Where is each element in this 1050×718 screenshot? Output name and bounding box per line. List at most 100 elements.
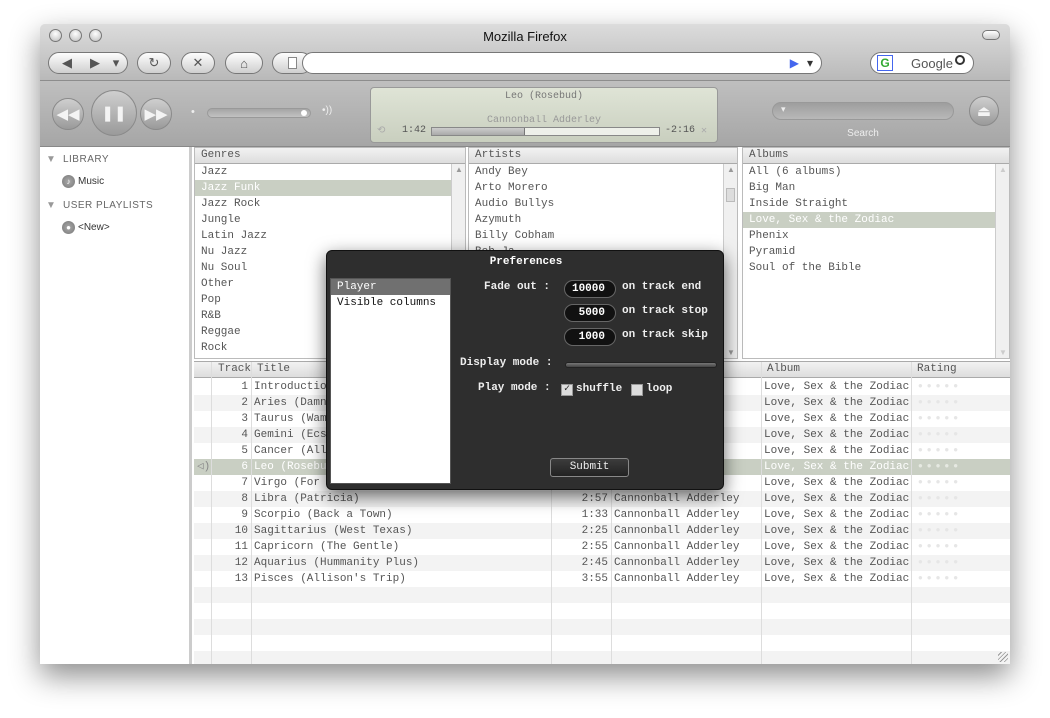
scroll-down-icon[interactable]: ▼ [999, 348, 1007, 357]
artist-item[interactable]: Andy Bey [469, 164, 737, 180]
scroll-up-icon[interactable]: ▲ [727, 165, 735, 174]
stop-button[interactable]: ✕ [181, 52, 215, 74]
albums-header[interactable]: Albums [743, 148, 1009, 164]
album-item[interactable]: Love, Sex & the Zodiac [743, 212, 1009, 228]
table-row[interactable]: 9 Scorpio (Back a Town) 1:33 Cannonball Add… [194, 507, 1010, 523]
artist-item[interactable]: Arto Morero [469, 180, 737, 196]
next-button[interactable]: ▶▶ [140, 98, 172, 130]
volume-knob[interactable] [301, 110, 307, 116]
scroll-up-icon[interactable]: ▲ [999, 165, 1007, 174]
track-skip-input[interactable]: 1000 [564, 328, 616, 346]
previous-button[interactable]: ◀◀ [52, 98, 84, 130]
album-item[interactable]: Soul of the Bible [743, 260, 1009, 276]
rating-stars[interactable]: ●●●●● [918, 555, 962, 571]
artist-item[interactable]: Azymuth [469, 212, 737, 228]
scroll-down-icon[interactable]: ▼ [727, 348, 735, 357]
genres-header[interactable]: Genres [195, 148, 465, 164]
album-item[interactable]: Inside Straight [743, 196, 1009, 212]
player-search-label: Search [847, 128, 879, 139]
rating-stars[interactable]: ●●●●● [918, 395, 962, 411]
artist-item[interactable]: Billy Cobham [469, 228, 737, 244]
album-column-header[interactable]: Album [767, 363, 800, 375]
forward-icon[interactable]: ▶ [81, 55, 109, 71]
progress-bar[interactable] [431, 127, 660, 136]
google-engine-icon[interactable]: G [877, 55, 893, 71]
loop-checkbox[interactable] [631, 384, 643, 396]
track-end-input[interactable]: 10000 [564, 280, 616, 298]
album-item[interactable]: Pyramid [743, 244, 1009, 260]
track-time: 3:55 [581, 573, 608, 585]
rating-stars[interactable]: ●●●●● [918, 379, 962, 395]
table-row[interactable]: 12 Aquarius (Hummanity Plus) 2:45 Cannonbal… [194, 555, 1010, 571]
rating-stars[interactable]: ●●●●● [918, 443, 962, 459]
repeat-icon[interactable]: ✕ [701, 125, 707, 137]
shuffle-icon[interactable]: ⟲ [377, 125, 385, 137]
genre-item[interactable]: Jazz Rock [195, 196, 465, 212]
player-search-input[interactable]: ▾ [772, 102, 954, 120]
table-row[interactable]: 10 Sagittarius (West Texas) 2:25 Cannonball… [194, 523, 1010, 539]
magnifier-icon[interactable] [955, 55, 965, 65]
track-number: 12 [234, 557, 248, 569]
genre-item[interactable]: Latin Jazz [195, 228, 465, 244]
albums-list[interactable]: Albums All (6 albums) Big Man Inside Strai… [742, 147, 1010, 359]
sidebar-item-music[interactable]: ♪ Music [62, 175, 104, 188]
albums-rows: All (6 albums) Big Man Inside Straight Love… [743, 164, 1009, 276]
scroll-up-icon[interactable]: ▲ [455, 165, 463, 174]
rating-stars[interactable]: ●●●●● [918, 427, 962, 443]
url-input[interactable]: ▶ ▾ [302, 52, 822, 74]
url-dropdown-icon[interactable]: ▾ [807, 56, 813, 70]
artists-scrollbar[interactable]: ▲ ▼ [723, 164, 737, 358]
track-stop-input[interactable]: 5000 [564, 304, 616, 322]
eject-button[interactable]: ⏏ [969, 96, 999, 126]
history-dropdown-icon[interactable]: ▾ [109, 55, 123, 71]
genre-item[interactable]: Jazz [195, 164, 465, 180]
sidebar-item-new-playlist[interactable]: ● <New> [62, 221, 110, 234]
albums-scrollbar[interactable]: ▲ ▼ [995, 164, 1009, 358]
fade-out-label: Fade out : [484, 281, 551, 293]
empty-row [194, 651, 1010, 664]
rating-stars[interactable]: ●●●●● [918, 571, 962, 587]
rating-stars[interactable]: ●●●●● [918, 523, 962, 539]
artist-item[interactable]: Audio Bullys [469, 196, 737, 212]
table-row[interactable]: 11 Capricorn (The Gentle) 2:55 Cannonball A… [194, 539, 1010, 555]
track-title: Pisces (Allison's Trip) [254, 573, 406, 585]
display-mode-slider[interactable] [565, 362, 717, 368]
genre-item[interactable]: Jungle [195, 212, 465, 228]
reload-button[interactable]: ↻ [137, 52, 171, 74]
submit-button[interactable]: Submit [550, 458, 629, 477]
shuffle-checkbox[interactable]: ✓ [561, 384, 573, 396]
artists-header[interactable]: Artists [469, 148, 737, 164]
track-column-header[interactable]: Track [218, 363, 251, 375]
page-icon [287, 57, 297, 69]
go-icon[interactable]: ▶ [790, 56, 799, 70]
home-button[interactable]: ⌂ [225, 52, 263, 74]
library-header[interactable]: ▼ LIBRARY [46, 154, 109, 165]
scroll-thumb[interactable] [726, 188, 735, 202]
section-player[interactable]: Player [331, 279, 450, 295]
toolbar-toggle-button[interactable] [982, 30, 1000, 40]
album-item[interactable]: Phenix [743, 228, 1009, 244]
album-item[interactable]: All (6 albums) [743, 164, 1009, 180]
empty-row [194, 603, 1010, 619]
rating-stars[interactable]: ●●●●● [918, 491, 962, 507]
album-item[interactable]: Big Man [743, 180, 1009, 196]
resize-grip[interactable] [998, 652, 1008, 662]
rating-stars[interactable]: ●●●●● [918, 475, 962, 491]
rating-stars[interactable]: ●●●●● [918, 459, 962, 475]
table-row[interactable]: 8 Libra (Patricia) 2:57 Cannonball Adderley… [194, 491, 1010, 507]
back-icon[interactable]: ◀ [53, 55, 81, 71]
rating-stars[interactable]: ●●●●● [918, 539, 962, 555]
table-row[interactable]: 13 Pisces (Allison's Trip) 3:55 Cannonball … [194, 571, 1010, 587]
title-column-header[interactable]: Title [257, 363, 290, 375]
genre-item[interactable]: Jazz Funk [195, 180, 465, 196]
rating-stars[interactable]: ●●●●● [918, 507, 962, 523]
rating-stars[interactable]: ●●●●● [918, 411, 962, 427]
rating-column-header[interactable]: Rating [917, 363, 957, 375]
search-input[interactable]: G Google [870, 52, 974, 74]
playlists-header[interactable]: ▼ USER PLAYLISTS [46, 200, 153, 211]
section-visible-columns[interactable]: Visible columns [331, 295, 450, 311]
preferences-section-list[interactable]: Player Visible columns [330, 278, 451, 484]
search-dropdown-icon[interactable]: ▾ [781, 104, 786, 115]
pause-button[interactable]: ❚❚ [91, 90, 137, 136]
volume-slider[interactable] [207, 108, 311, 118]
